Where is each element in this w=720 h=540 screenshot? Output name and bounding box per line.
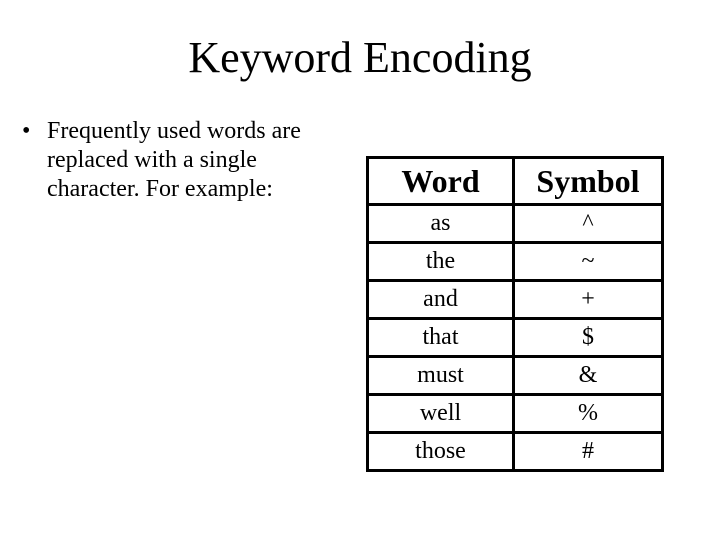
slide-title: Keyword Encoding [188,33,532,82]
word-cell: those [366,431,515,472]
symbol-cell: ^ [512,203,664,244]
word-cell: and [366,279,515,320]
word-cell: that [366,317,515,358]
table-row: those # [366,431,664,472]
symbol-cell: % [512,393,664,434]
table-row: as ^ [366,203,664,244]
symbol-cell: & [512,355,664,396]
keyword-table: Word Symbol as ^ the ~ and + that $ must… [366,156,664,472]
table-row: must & [366,355,664,396]
symbol-cell: # [512,431,664,472]
bullet-icon: • [22,118,31,144]
bullet-text: Frequently used words are replaced with … [47,118,301,202]
table-header-row: Word Symbol [366,156,664,206]
table-row: and + [366,279,664,320]
word-cell: well [366,393,515,434]
table-row: the ~ [366,241,664,282]
header-symbol: Symbol [512,156,664,206]
table-row: that $ [366,317,664,358]
table-row: well % [366,393,664,434]
symbol-cell: $ [512,317,664,358]
symbol-cell: ~ [512,241,664,282]
header-word: Word [366,156,515,206]
word-cell: as [366,203,515,244]
word-cell: the [366,241,515,282]
word-cell: must [366,355,515,396]
symbol-cell: + [512,279,664,320]
